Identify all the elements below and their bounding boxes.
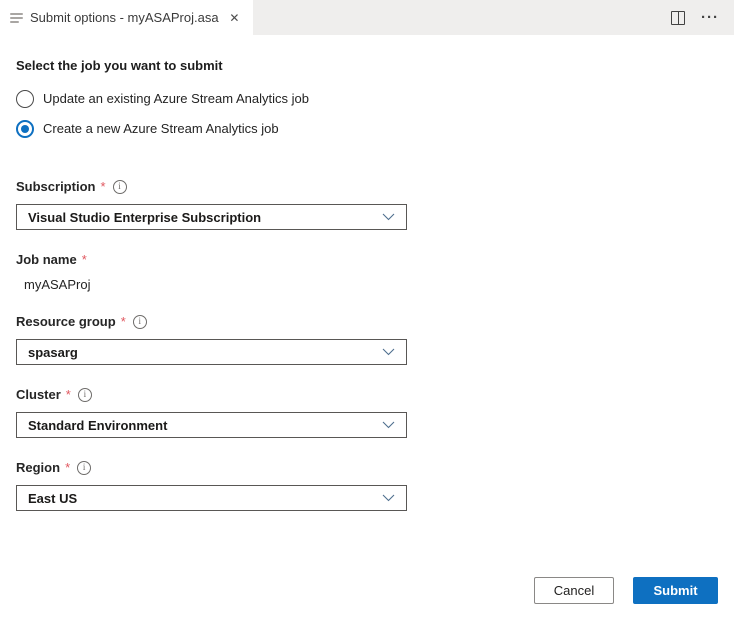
- info-icon[interactable]: i: [78, 388, 92, 402]
- required-asterisk: *: [82, 252, 87, 267]
- required-asterisk: *: [65, 460, 70, 475]
- field-subscription: Subscription * i Visual Studio Enterpris…: [16, 179, 718, 230]
- editor-tab-bar: Submit options - myASAProj.asaql ✕ ···: [0, 0, 734, 35]
- dropdown-value: spasarg: [28, 345, 78, 360]
- job-name-value: myASAProj: [16, 277, 718, 292]
- required-asterisk: *: [121, 314, 126, 329]
- radio-label-update-existing: Update an existing Azure Stream Analytic…: [43, 91, 309, 106]
- tab-title: Submit options - myASAProj.asaql: [30, 10, 219, 25]
- field-label-row: Subscription * i: [16, 179, 718, 194]
- info-icon[interactable]: i: [113, 180, 127, 194]
- field-label: Job name: [16, 252, 77, 267]
- tabbar-actions: ···: [671, 0, 734, 35]
- radio[interactable]: Create a new Azure Stream Analytics job: [16, 118, 718, 139]
- chevron-down-icon: [382, 494, 395, 502]
- chevron-down-icon: [382, 421, 395, 429]
- radio-label-create-new: Create a new Azure Stream Analytics job: [43, 121, 279, 136]
- form-heading: Select the job you want to submit: [16, 58, 718, 73]
- settings-list-icon: [10, 13, 23, 23]
- field-label-row: Region * i: [16, 460, 718, 475]
- field-label: Subscription: [16, 179, 95, 194]
- field-label-row: Job name *: [16, 252, 718, 267]
- field-label-row: Cluster * i: [16, 387, 718, 402]
- dropdown-value: Visual Studio Enterprise Subscription: [28, 210, 261, 225]
- cancel-button[interactable]: Cancel: [534, 577, 614, 604]
- tab-submit-options[interactable]: Submit options - myASAProj.asaql ✕: [0, 0, 253, 35]
- resource-group-dropdown[interactable]: spasarg: [16, 339, 407, 365]
- close-icon[interactable]: ✕: [226, 9, 243, 27]
- field-label-row: Resource group * i: [16, 314, 718, 329]
- cluster-dropdown[interactable]: Standard Environment: [16, 412, 407, 438]
- radio-circle[interactable]: [16, 90, 34, 108]
- dropdown-value: Standard Environment: [28, 418, 167, 433]
- info-icon[interactable]: i: [77, 461, 91, 475]
- required-asterisk: *: [66, 387, 71, 402]
- submit-button[interactable]: Submit: [633, 577, 718, 604]
- field-job-name: Job name * myASAProj: [16, 252, 718, 292]
- footer-actions: Cancel Submit: [534, 577, 718, 604]
- subscription-dropdown[interactable]: Visual Studio Enterprise Subscription: [16, 204, 407, 230]
- required-asterisk: *: [100, 179, 105, 194]
- dropdown-value: East US: [28, 491, 77, 506]
- info-icon[interactable]: i: [133, 315, 147, 329]
- radio-circle[interactable]: [16, 120, 34, 138]
- field-region: Region * i East US: [16, 460, 718, 511]
- field-resource-group: Resource group * i spasarg: [16, 314, 718, 365]
- region-dropdown[interactable]: East US: [16, 485, 407, 511]
- field-label: Cluster: [16, 387, 61, 402]
- more-actions-icon[interactable]: ···: [701, 10, 719, 25]
- radio[interactable]: Update an existing Azure Stream Analytic…: [16, 88, 718, 109]
- split-editor-icon[interactable]: [671, 11, 685, 25]
- field-label: Resource group: [16, 314, 116, 329]
- chevron-down-icon: [382, 213, 395, 221]
- submit-options-form: Select the job you want to submit Update…: [0, 35, 734, 511]
- chevron-down-icon: [382, 348, 395, 356]
- field-cluster: Cluster * i Standard Environment: [16, 387, 718, 438]
- field-label: Region: [16, 460, 60, 475]
